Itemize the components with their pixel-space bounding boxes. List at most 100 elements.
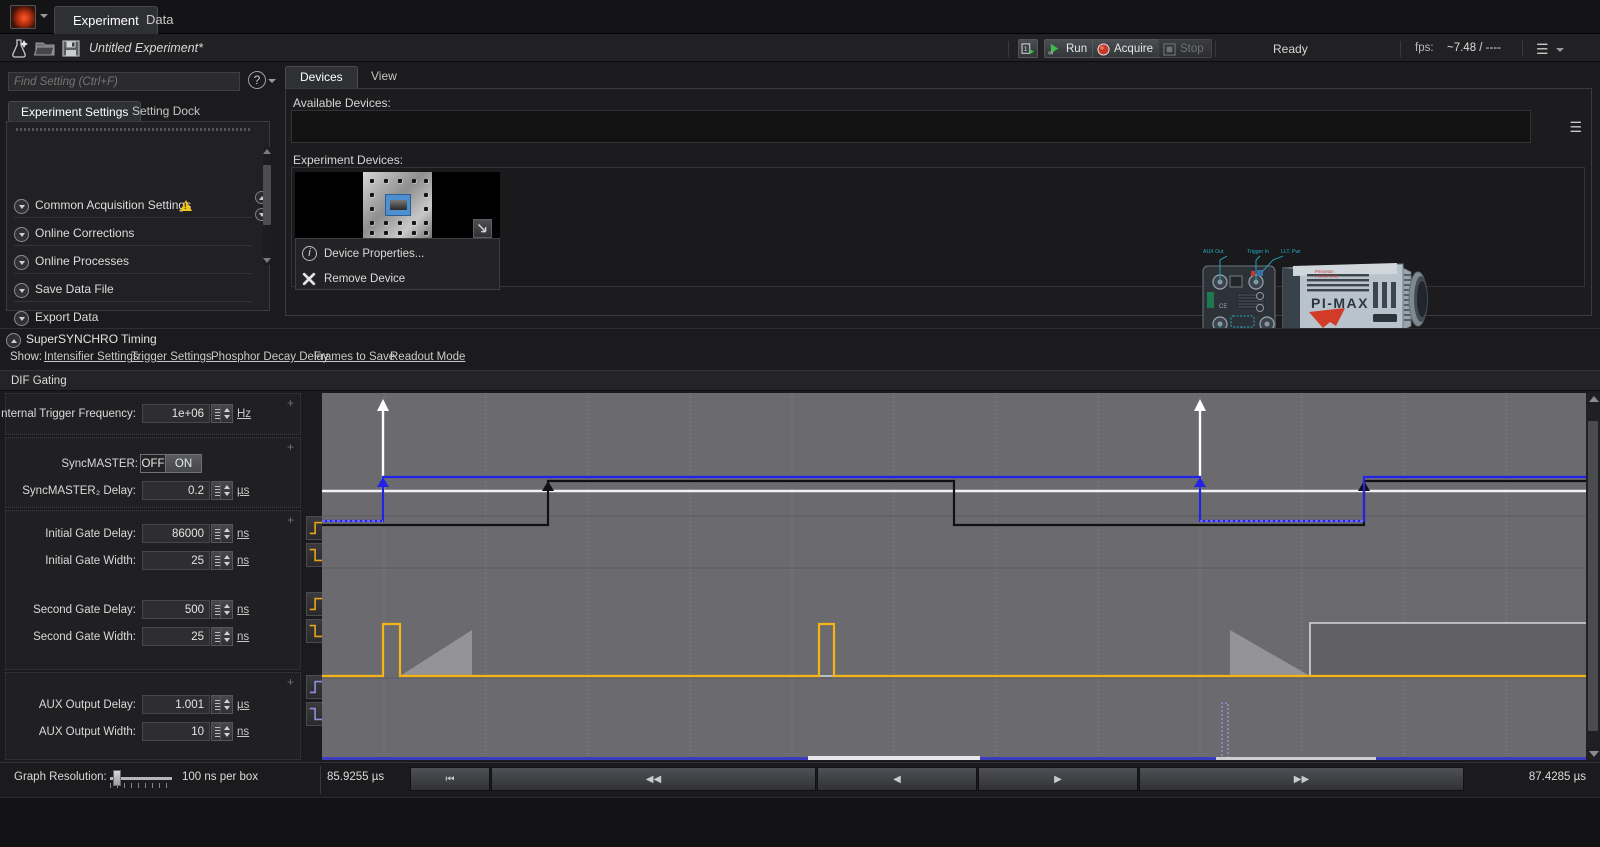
- link-readout-mode[interactable]: Readout Mode: [390, 351, 465, 363]
- second-gate-width-input[interactable]: [142, 627, 210, 646]
- save-disk-icon[interactable]: [60, 38, 82, 58]
- fps-label: fps:: [1415, 42, 1434, 54]
- expand-group-icon[interactable]: +: [287, 440, 294, 454]
- link-intensifier-settings[interactable]: Intensifier Settings: [44, 351, 139, 363]
- settings-scrollbar[interactable]: [263, 147, 271, 265]
- list-options-icon[interactable]: ☰: [1569, 119, 1582, 136]
- graph-resolution-slider-knob[interactable]: [113, 770, 121, 786]
- second-gate-width-unit[interactable]: ns: [237, 631, 249, 643]
- tab-devices[interactable]: Devices: [285, 66, 358, 88]
- internal-trigger-frequency-input[interactable]: [142, 404, 210, 423]
- menu-item-device-properties[interactable]: Device Properties...: [324, 248, 424, 260]
- phosphor-decay-ramp-1: [400, 630, 472, 676]
- open-folder-icon[interactable]: [34, 38, 56, 58]
- chevron-down-icon[interactable]: [14, 283, 29, 298]
- nav-step-forward-button[interactable]: ▶: [978, 767, 1138, 791]
- overflow-menu-icon[interactable]: ☰: [1536, 41, 1549, 58]
- overflow-menu-caret-icon[interactable]: [1556, 48, 1564, 52]
- tab-data[interactable]: Data: [128, 6, 191, 34]
- internal-trigger-frequency-label: Internal Trigger Frequency:: [0, 408, 136, 420]
- device-thumbnail[interactable]: [295, 172, 500, 238]
- second-gate-delay-stepper[interactable]: [220, 600, 233, 619]
- chevron-down-icon[interactable]: [14, 227, 29, 242]
- aux-output-delay-label: AUX Output Delay:: [39, 699, 136, 711]
- internal-trigger-frequency-unit[interactable]: Hz: [237, 408, 251, 420]
- new-experiment-icon[interactable]: [8, 38, 30, 58]
- expand-group-icon[interactable]: +: [287, 675, 294, 689]
- syncmaster2-delay-stepper[interactable]: [220, 481, 233, 500]
- syncmaster-off-toggle[interactable]: OFF: [140, 454, 166, 473]
- nav-fast-forward-button[interactable]: ▶▶: [1139, 767, 1464, 791]
- link-trigger-settings[interactable]: Trigger Settings: [131, 351, 212, 363]
- sidebar-item-save-data-file[interactable]: Save Data File: [14, 279, 252, 306]
- nav-rewind-button[interactable]: ◀◀: [491, 767, 816, 791]
- svg-text:∞: ∞: [1048, 48, 1053, 56]
- close-x-icon: [302, 272, 316, 286]
- aux-output-delay-stepper[interactable]: [220, 695, 233, 714]
- chevron-up-icon[interactable]: [6, 333, 21, 348]
- initial-gate-width-unit[interactable]: ns: [237, 555, 249, 567]
- aux-output-width-stepper[interactable]: [220, 722, 233, 741]
- syncmaster-on-toggle[interactable]: ON: [166, 454, 202, 473]
- second-gate-width-stepper[interactable]: [220, 627, 233, 646]
- syncmaster-label: SyncMASTER:: [61, 458, 138, 470]
- aux-output-width-input[interactable]: [142, 722, 210, 741]
- acquire-button[interactable]: Acquire: [1092, 39, 1161, 58]
- experiment-devices-label: Experiment Devices:: [293, 153, 403, 167]
- scroll-up-icon[interactable]: [1589, 396, 1599, 402]
- menu-item-remove-device[interactable]: Remove Device: [324, 273, 405, 285]
- second-gate-delay-unit[interactable]: ns: [237, 604, 249, 616]
- initial-gate-delay-stepper[interactable]: [220, 524, 233, 543]
- scroll-down-icon[interactable]: [1589, 751, 1599, 757]
- tab-setting-dock[interactable]: Setting Dock: [120, 101, 212, 122]
- app-menu-caret-icon[interactable]: [40, 14, 48, 18]
- initial-gate-width-label: Initial Gate Width:: [45, 555, 136, 567]
- help-icon[interactable]: ?: [248, 71, 266, 89]
- tab-view[interactable]: View: [357, 66, 411, 88]
- syncmaster2-delay-input[interactable]: [142, 481, 210, 500]
- help-menu-caret-icon[interactable]: [268, 79, 276, 83]
- initial-gate-delay-input[interactable]: [142, 524, 210, 543]
- search-input[interactable]: [8, 72, 240, 91]
- link-phosphor-decay-delay[interactable]: Phosphor Decay Delay: [211, 351, 329, 363]
- resize-handle-icon[interactable]: [473, 219, 492, 238]
- aux-output-width-unit[interactable]: ns: [237, 726, 249, 738]
- graph-hscroll-thumb[interactable]: [808, 756, 980, 760]
- stop-button[interactable]: Stop: [1158, 39, 1212, 58]
- frequency-stepper[interactable]: [220, 404, 233, 423]
- run-button[interactable]: ∞ Run: [1044, 39, 1095, 58]
- sidebar-item-common-acquisition-settings[interactable]: Common Acquisition Settings: [14, 195, 252, 222]
- nav-step-back-button[interactable]: ◀: [817, 767, 977, 791]
- sidebar-item-online-corrections[interactable]: Online Corrections: [14, 223, 252, 250]
- graph-scrollbar-thumb[interactable]: [1588, 421, 1598, 731]
- available-devices-list[interactable]: [291, 110, 1531, 143]
- initial-gate-width-stepper[interactable]: [220, 551, 233, 570]
- timing-waveforms: [322, 393, 1586, 760]
- timing-graph[interactable]: [322, 393, 1586, 760]
- graph-hscroll-thumb-2[interactable]: [1216, 757, 1376, 760]
- aux-output-delay-input[interactable]: [142, 695, 210, 714]
- aux-output-group: + AUX Output Delay: µs AUX Output Width:…: [5, 672, 301, 760]
- aux-output-delay-unit[interactable]: µs: [237, 699, 249, 711]
- info-icon: i: [302, 246, 317, 261]
- syncmaster2-delay-unit[interactable]: µs: [237, 485, 249, 497]
- chevron-down-icon[interactable]: [14, 311, 29, 326]
- second-gate-delay-input[interactable]: [142, 600, 210, 619]
- chevron-down-icon[interactable]: [14, 199, 29, 214]
- link-frames-to-save[interactable]: Frames to Save: [314, 351, 395, 363]
- drag-grip[interactable]: [16, 128, 252, 131]
- tab-devices-label: Devices: [300, 70, 343, 84]
- app-logo-icon[interactable]: [10, 5, 36, 29]
- tab-data-label: Data: [146, 12, 173, 27]
- acquire-button-label: Acquire: [1114, 43, 1153, 55]
- nav-jump-start-button[interactable]: ⏮: [410, 767, 490, 791]
- graph-time-start: 85.9255 µs: [327, 771, 384, 783]
- chevron-down-icon[interactable]: [14, 255, 29, 270]
- second-gate-delay-label: Second Gate Delay:: [33, 604, 136, 616]
- sidebar-item-online-processes[interactable]: Online Processes: [14, 251, 252, 278]
- graph-vertical-scrollbar[interactable]: [1586, 393, 1600, 760]
- settings-scrollbar-thumb[interactable]: [263, 165, 271, 225]
- single-frame-button[interactable]: 1: [1018, 39, 1038, 58]
- initial-gate-delay-unit[interactable]: ns: [237, 528, 249, 540]
- initial-gate-width-input[interactable]: [142, 551, 210, 570]
